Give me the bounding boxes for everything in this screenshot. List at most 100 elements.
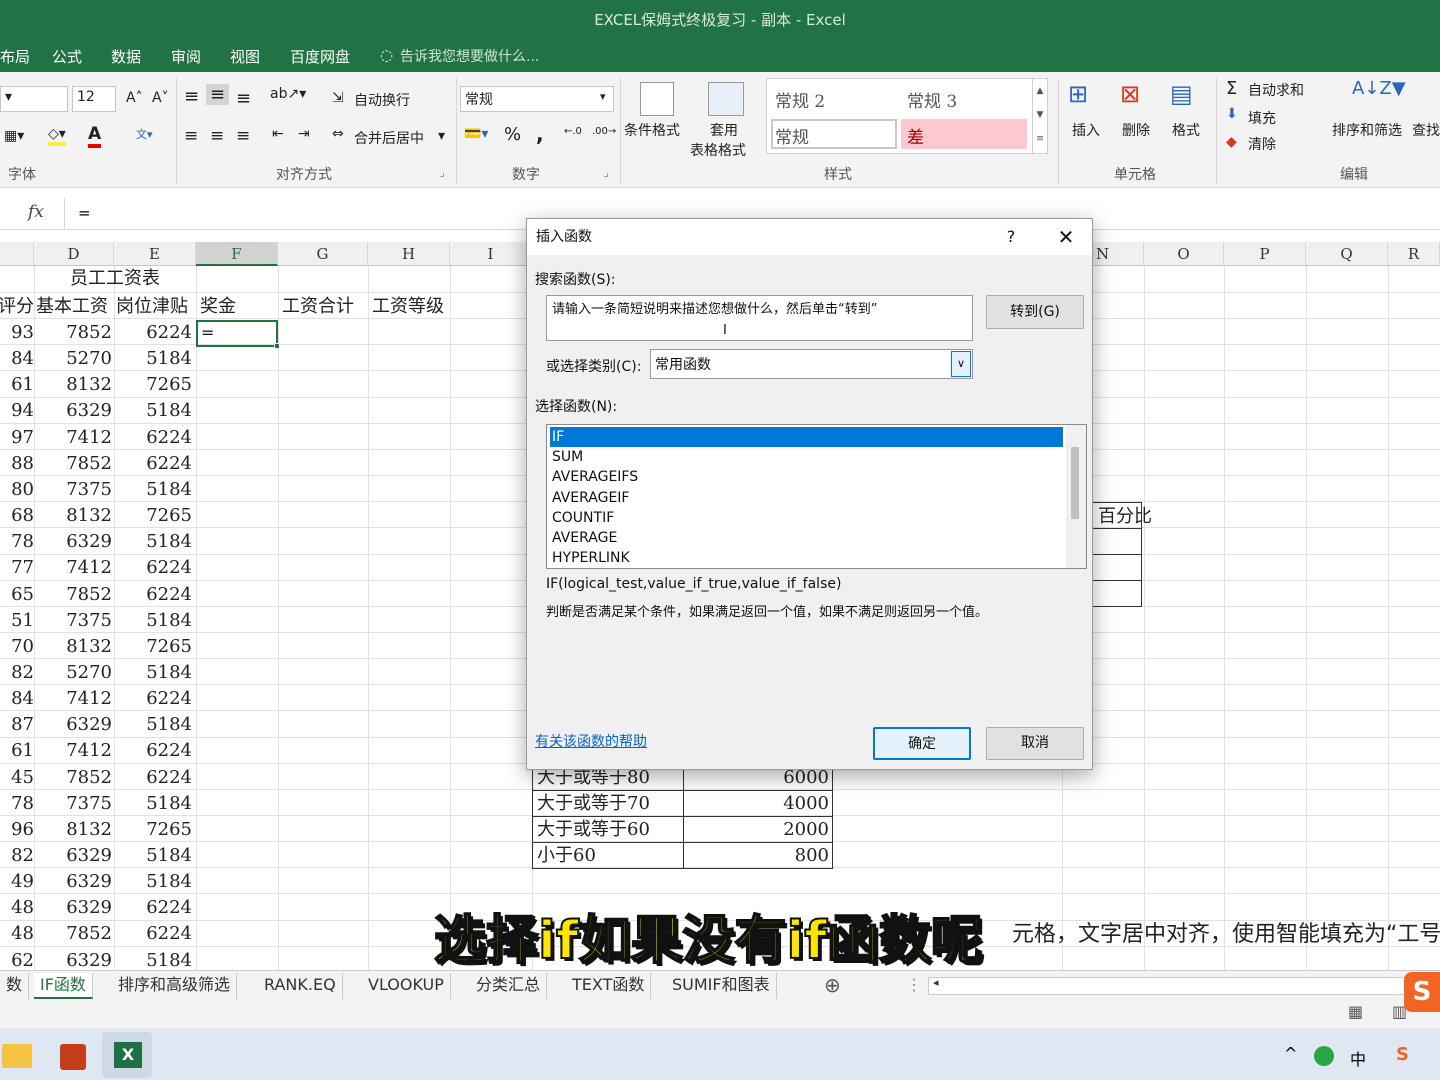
bonus-amount-cell[interactable]: 4000	[683, 790, 833, 818]
close-icon[interactable]: ✕	[1051, 219, 1081, 255]
sogou-floating-icon[interactable]: S	[1404, 972, 1440, 1012]
table-cell[interactable]: 6224	[114, 582, 192, 608]
sheet-tab-functions[interactable]: 数	[0, 973, 30, 999]
table-cell[interactable]: 78	[0, 791, 34, 817]
border-icon[interactable]: ▦▾	[4, 128, 24, 144]
comma-button[interactable]: ,	[536, 122, 544, 146]
header-salary-total[interactable]: 工资合计	[282, 294, 354, 320]
table-cell[interactable]: 65	[0, 582, 34, 608]
table-cell[interactable]: 6224	[114, 921, 192, 947]
font-size-box[interactable]: 12	[72, 86, 116, 112]
conditional-format-icon[interactable]	[640, 82, 674, 116]
table-cell[interactable]: 5270	[34, 660, 112, 686]
tell-me-input[interactable]: 告诉我您想要做什么...	[400, 46, 539, 66]
table-cell[interactable]: 6329	[34, 398, 112, 424]
table-cell[interactable]: 7265	[114, 372, 192, 398]
column-header-r[interactable]: R	[1388, 242, 1440, 266]
tab-review[interactable]: 审阅	[171, 46, 201, 67]
table-cell[interactable]: 7375	[34, 608, 112, 634]
table-cell[interactable]: 5184	[114, 529, 192, 555]
delete-cells-icon[interactable]: ⊠	[1120, 80, 1140, 108]
style-normal-3[interactable]: 常规 3	[907, 87, 957, 112]
bonus-amount-cell[interactable]: 2000	[683, 816, 833, 844]
table-cell[interactable]: 5184	[114, 660, 192, 686]
column-header-g[interactable]: G	[278, 242, 368, 266]
table-cell[interactable]: 93	[0, 320, 34, 346]
table-cell[interactable]: 48	[0, 921, 34, 947]
sheet-tab-rank[interactable]: RANK.EQ	[258, 973, 343, 999]
delete-cells-button[interactable]: 删除	[1122, 120, 1150, 140]
table-cell[interactable]: 6329	[34, 895, 112, 921]
column-header-e[interactable]: E	[114, 242, 196, 266]
sogou-icon[interactable]: S	[1396, 1044, 1409, 1065]
style-normal-2[interactable]: 常规 2	[775, 87, 825, 112]
font-shrink-icon[interactable]: A˅	[152, 90, 169, 106]
sheet-tab-sumif[interactable]: SUMIF和图表	[666, 973, 777, 999]
table-cell[interactable]: 7375	[34, 791, 112, 817]
table-cell[interactable]: 7852	[34, 320, 112, 346]
sort-filter-icon[interactable]: A↓Z▼	[1352, 78, 1406, 99]
align-top-icon[interactable]: ≡	[184, 86, 199, 107]
table-cell[interactable]: 7412	[34, 425, 112, 451]
table-cell[interactable]: 7852	[34, 921, 112, 947]
help-icon[interactable]: ?	[1001, 219, 1021, 255]
function-list-item[interactable]: COUNTIF	[550, 508, 1063, 528]
tab-formulas[interactable]: 公式	[52, 46, 82, 67]
scroll-thumb[interactable]	[1071, 447, 1079, 519]
column-header-h[interactable]: H	[368, 242, 450, 266]
table-cell[interactable]: 80	[0, 477, 34, 503]
format-cells-button[interactable]: 格式	[1172, 120, 1200, 140]
column-header-p[interactable]: P	[1224, 242, 1306, 266]
go-button[interactable]: 转到(G)	[986, 295, 1084, 329]
ok-button[interactable]: 确定	[873, 727, 971, 760]
ime-indicator[interactable]: 中	[1350, 1046, 1366, 1070]
splitter-icon[interactable]: ⋮	[906, 975, 922, 994]
style-bad[interactable]: 差	[907, 123, 924, 148]
table-format-label-1[interactable]: 套用	[710, 120, 738, 140]
table-cell[interactable]: 61	[0, 738, 34, 764]
tab-baidu[interactable]: 百度网盘	[290, 46, 350, 67]
phonetic-icon[interactable]: 文▾	[136, 126, 153, 142]
bonus-amount-cell[interactable]: 800	[683, 842, 833, 870]
header-base-salary[interactable]: 基本工资	[36, 294, 108, 320]
add-sheet-icon[interactable]: ⊕	[824, 973, 841, 997]
header-salary-grade[interactable]: 工资等级	[372, 294, 444, 320]
table-cell[interactable]: 87	[0, 712, 34, 738]
chevron-down-icon[interactable]: ▾	[600, 90, 606, 103]
align-right-icon[interactable]: ≡	[236, 126, 250, 146]
percent-button[interactable]: %	[504, 124, 521, 145]
powerpoint-icon[interactable]	[60, 1044, 86, 1070]
excel-taskbar-button[interactable]: X	[102, 1032, 152, 1078]
dialog-launcher-icon[interactable]: ⌟	[440, 168, 445, 179]
table-cell[interactable]: 8132	[34, 372, 112, 398]
function-list-item[interactable]: IF	[550, 427, 1063, 447]
table-cell[interactable]: 5184	[114, 477, 192, 503]
table-cell[interactable]: 8132	[34, 817, 112, 843]
conditional-format-button[interactable]: 条件格式	[624, 120, 680, 140]
indent-increase-icon[interactable]: ⇥	[298, 126, 310, 142]
find-button[interactable]: 查找	[1412, 120, 1440, 140]
table-cell[interactable]: 6224	[114, 320, 192, 346]
table-cell[interactable]: 70	[0, 634, 34, 660]
column-header-i[interactable]: I	[450, 242, 532, 266]
table-cell[interactable]: 6329	[34, 712, 112, 738]
column-header-d[interactable]: D	[34, 242, 114, 266]
merge-icon[interactable]: ⇔	[332, 126, 344, 142]
table-cell[interactable]: 49	[0, 869, 34, 895]
table-format-icon[interactable]	[708, 82, 744, 116]
sheet-tab-subtotal[interactable]: 分类汇总	[470, 973, 548, 999]
tab-data[interactable]: 数据	[111, 46, 141, 67]
function-list-item[interactable]: HYPERLINK	[550, 548, 1063, 568]
table-cell[interactable]: 6329	[34, 869, 112, 895]
chevron-up-icon[interactable]: ^	[1284, 1044, 1297, 1063]
fill-color-icon[interactable]: ◇▾	[48, 126, 66, 146]
fill-icon[interactable]: ⬇	[1226, 106, 1238, 122]
sheet-tab-text[interactable]: TEXT函数	[566, 973, 652, 999]
table-cell[interactable]: 7265	[114, 503, 192, 529]
decrease-decimal-icon[interactable]: .00→	[592, 126, 616, 137]
table-cell[interactable]: 5184	[114, 843, 192, 869]
font-grow-icon[interactable]: A˄	[126, 90, 143, 106]
style-normal[interactable]: 常规	[775, 123, 809, 148]
header-bonus[interactable]: 奖金	[200, 294, 236, 320]
table-cell[interactable]: 84	[0, 686, 34, 712]
